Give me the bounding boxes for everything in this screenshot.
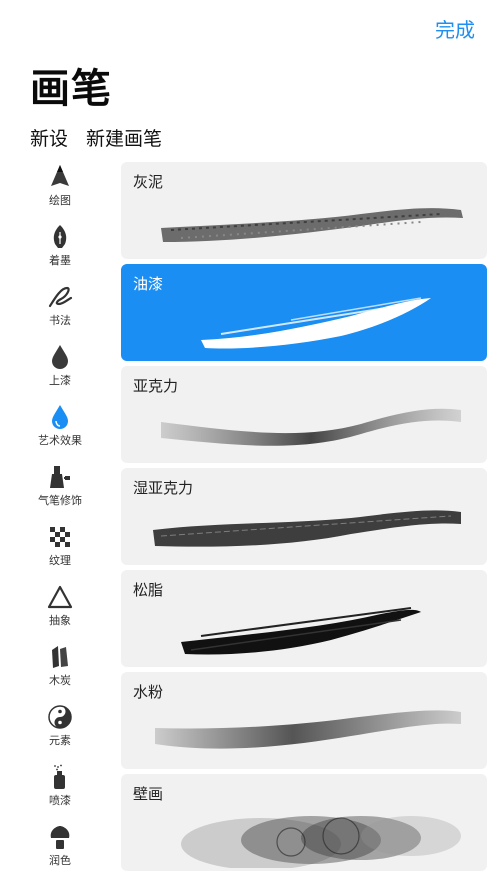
pencil-tip-icon <box>47 164 73 190</box>
texture-checker-icon <box>47 524 73 550</box>
brush-item[interactable]: 松脂 <box>121 570 487 667</box>
brush-stroke-preview <box>155 710 461 749</box>
triangle-icon <box>47 584 73 610</box>
yin-yang-icon <box>47 704 73 730</box>
brush-stroke-preview <box>201 297 431 349</box>
brush-item[interactable]: 油漆 <box>121 264 487 361</box>
category-label: 纹理 <box>49 554 71 567</box>
brush-item[interactable]: 灰泥 <box>121 162 487 259</box>
brush-item[interactable]: 水粉 <box>121 672 487 769</box>
category-spray-paints[interactable]: 喷漆 <box>22 760 98 820</box>
category-label: 书法 <box>49 314 71 327</box>
category-label: 润色 <box>49 854 71 867</box>
category-abstract[interactable]: 抽象 <box>22 580 98 640</box>
brush-stroke-preview <box>181 816 461 868</box>
airbrush-icon <box>47 464 73 490</box>
category-label: 喷漆 <box>49 794 71 807</box>
category-label: 艺术效果 <box>38 434 82 447</box>
fountain-pen-icon <box>47 224 73 250</box>
category-label: 抽象 <box>49 614 71 627</box>
brush-item[interactable]: 湿亚克力 <box>121 468 487 565</box>
category-label: 元素 <box>49 734 71 747</box>
category-touchups[interactable]: 润色 <box>22 820 98 880</box>
page-title: 画笔 <box>30 66 112 112</box>
category-calligraphy[interactable]: 书法 <box>22 280 98 340</box>
category-drawing[interactable]: 绘图 <box>22 160 98 220</box>
blend-brush-icon <box>47 824 73 850</box>
category-label: 气笔修饰 <box>38 494 82 507</box>
brush-stroke-preview <box>181 607 421 655</box>
category-airbrushing[interactable]: 气笔修饰 <box>22 460 98 520</box>
category-texture[interactable]: 纹理 <box>22 520 98 580</box>
brush-stroke-preview <box>153 510 461 547</box>
brush-category-sidebar: 绘图 着墨 书法 上漆 艺术效果 气笔修饰 纹理 抽象 木炭 元素 喷漆 润色 <box>22 160 98 880</box>
brush-stroke-preview <box>161 408 461 446</box>
brush-actions: 新设 新建画笔 <box>30 124 162 151</box>
category-label: 绘图 <box>49 194 71 207</box>
category-label: 上漆 <box>49 374 71 387</box>
category-label: 木炭 <box>49 674 71 687</box>
category-elements[interactable]: 元素 <box>22 700 98 760</box>
brush-item[interactable]: 壁画 <box>121 774 487 871</box>
preset-button[interactable]: 新设 <box>30 124 68 151</box>
paint-drop-icon <box>47 344 73 370</box>
category-painting[interactable]: 上漆 <box>22 340 98 400</box>
done-button[interactable]: 完成 <box>435 14 475 43</box>
calligraphy-icon <box>47 284 73 310</box>
charcoal-icon <box>47 644 73 670</box>
brush-list: 灰泥 油漆 亚克力 湿亚克力 松脂 水粉 壁画 <box>121 162 487 876</box>
category-charcoal[interactable]: 木炭 <box>22 640 98 700</box>
artistic-drop-icon <box>47 404 73 430</box>
category-artistic[interactable]: 艺术效果 <box>22 400 98 460</box>
spray-can-icon <box>47 764 73 790</box>
category-inking[interactable]: 着墨 <box>22 220 98 280</box>
category-label: 着墨 <box>49 254 71 267</box>
brush-item[interactable]: 亚克力 <box>121 366 487 463</box>
new-brush-button[interactable]: 新建画笔 <box>86 124 162 151</box>
brush-stroke-preview <box>161 208 463 242</box>
